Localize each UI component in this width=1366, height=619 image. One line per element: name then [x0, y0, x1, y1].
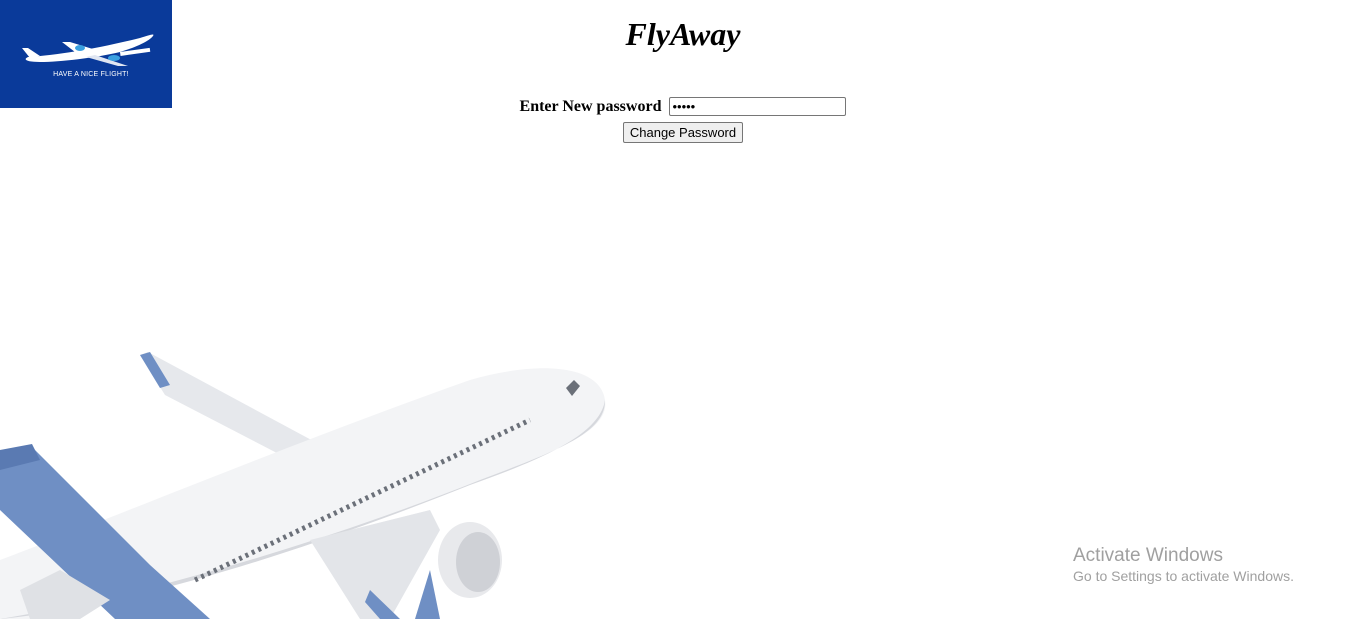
- button-row: Change Password: [0, 122, 1366, 143]
- password-form-row: Enter New password: [0, 97, 1366, 116]
- logo-tagline: HAVE A NICE FLIGHT!: [53, 71, 129, 78]
- change-password-button[interactable]: Change Password: [622, 122, 744, 143]
- page-title: FlyAway: [625, 16, 741, 52]
- password-label: Enter New password: [519, 97, 662, 115]
- watermark-title: Activate Windows: [1073, 545, 1223, 566]
- windows-activation-watermark: Activate Windows Go to Settings to activ…: [1073, 545, 1294, 585]
- new-password-input[interactable]: [669, 97, 847, 116]
- airplane-illustration: [0, 352, 606, 619]
- watermark-subtitle: Go to Settings to activate Windows.: [1073, 568, 1294, 584]
